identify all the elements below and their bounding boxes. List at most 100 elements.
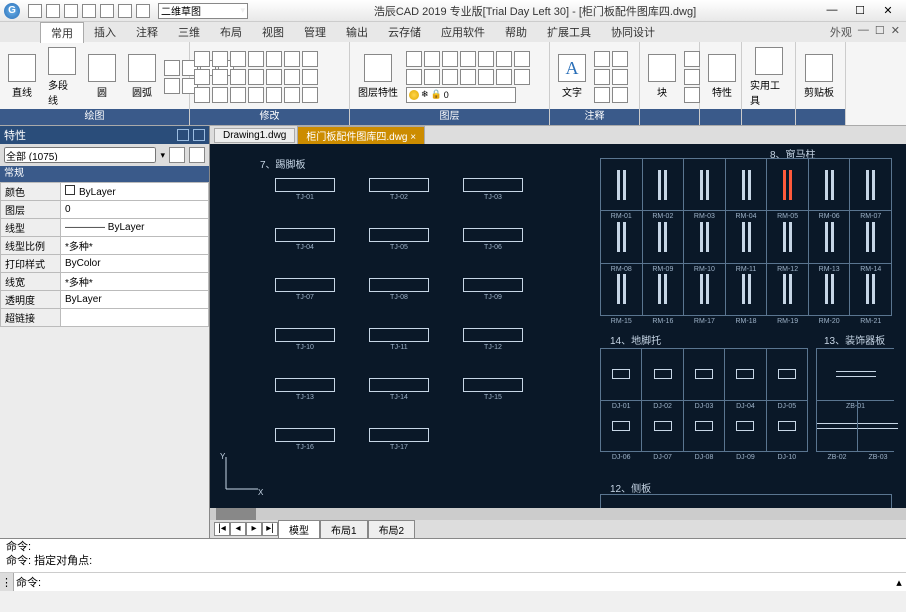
drawing-canvas[interactable]: 7、踢脚板 TJ-01TJ-02TJ-03TJ-04TJ-05TJ-06TJ-0… [210,144,906,508]
layer-s5[interactable] [478,51,494,67]
tab-annotate[interactable]: 注释 [126,22,168,42]
layer-s12[interactable] [478,69,494,85]
properties-button[interactable]: 特性 [704,52,740,101]
modify-8[interactable] [194,69,210,85]
qat-undo-icon[interactable] [118,4,132,18]
modify-18[interactable] [248,87,264,103]
doc-tab-1[interactable]: Drawing1.dwg [214,128,295,143]
layer-s10[interactable] [442,69,458,85]
modify-9[interactable] [212,69,228,85]
selection-dropdown-icon[interactable]: ▾ [160,150,165,161]
block-button[interactable]: 块 [644,52,680,101]
palette-close-icon[interactable] [193,129,205,141]
layer-combo[interactable]: ❄ 🔒 0 [406,87,516,103]
qat-redo-icon[interactable] [136,4,150,18]
modify-3[interactable] [230,51,246,67]
command-input[interactable] [43,574,892,590]
modify-17[interactable] [230,87,246,103]
modify-6[interactable] [284,51,300,67]
qat-print-icon[interactable] [100,4,114,18]
modify-10[interactable] [230,69,246,85]
layout-nav-prev[interactable]: ◂ [230,522,246,536]
modify-21[interactable] [302,87,318,103]
layer-s4[interactable] [460,51,476,67]
palette-titlebar[interactable]: 特性 [0,126,209,144]
layout-tab-model[interactable]: 模型 [278,520,320,539]
close-button[interactable]: ✕ [878,4,898,17]
arc-button[interactable]: 圆弧 [124,52,160,101]
doc-tab-close-icon[interactable]: × [410,132,416,143]
tab-3d[interactable]: 三维 [168,22,210,42]
tab-common[interactable]: 常用 [40,22,84,43]
tab-layout[interactable]: 布局 [210,22,252,42]
anno-s5[interactable] [594,87,610,103]
anno-s1[interactable] [594,51,610,67]
text-button[interactable]: A文字 [554,52,590,101]
tab-help[interactable]: 帮助 [495,22,537,42]
inner-close-button[interactable]: ✕ [891,24,900,40]
anno-s3[interactable] [594,69,610,85]
layer-s13[interactable] [496,69,512,85]
modify-2[interactable] [212,51,228,67]
qat-save-icon[interactable] [64,4,78,18]
modify-14[interactable] [302,69,318,85]
layout-nav-first[interactable]: |◂ [214,522,230,536]
layer-properties-button[interactable]: 图层特性 [354,52,402,101]
tab-cloud[interactable]: 云存储 [378,22,431,42]
layer-s3[interactable] [442,51,458,67]
line-button[interactable]: 直线 [4,52,40,101]
block-s2[interactable] [684,69,700,85]
modify-19[interactable] [266,87,282,103]
tab-view[interactable]: 视图 [252,22,294,42]
modify-4[interactable] [248,51,264,67]
maximize-button[interactable]: ☐ [850,4,870,17]
pickset-button[interactable] [189,147,205,163]
circle-button[interactable]: 圆 [84,52,120,101]
qat-new-icon[interactable] [28,4,42,18]
layout-nav-next[interactable]: ▸ [246,522,262,536]
modify-13[interactable] [284,69,300,85]
qat-saveas-icon[interactable] [82,4,96,18]
draw-small-1[interactable] [164,60,180,76]
tab-output[interactable]: 输出 [336,22,378,42]
horizontal-scrollbar[interactable] [210,508,906,520]
quick-select-button[interactable] [169,147,185,163]
doc-tab-2[interactable]: 柜门板配件图库四.dwg × [297,126,425,145]
command-scroll-up-icon[interactable]: ▴ [892,576,906,589]
layer-s6[interactable] [496,51,512,67]
layout-tab-1[interactable]: 布局1 [320,520,368,539]
tab-collaborate[interactable]: 协同设计 [601,22,665,42]
tab-insert[interactable]: 插入 [84,22,126,42]
tab-extensions[interactable]: 扩展工具 [537,22,601,42]
anno-s2[interactable] [612,51,628,67]
selection-combo[interactable] [4,147,156,163]
qat-open-icon[interactable] [46,4,60,18]
layer-s11[interactable] [460,69,476,85]
modify-12[interactable] [266,69,282,85]
modify-20[interactable] [284,87,300,103]
layer-s14[interactable] [514,69,530,85]
scrollbar-thumb[interactable] [216,508,256,520]
minimize-button[interactable]: — [822,4,842,17]
layout-nav-last[interactable]: ▸| [262,522,278,536]
layer-s1[interactable] [406,51,422,67]
modify-1[interactable] [194,51,210,67]
draw-small-5[interactable] [164,78,180,94]
utilities-button[interactable]: 实用工具 [746,45,791,109]
block-s1[interactable] [684,51,700,67]
workspace-dropdown[interactable]: 二维草图 ▾ [158,3,248,19]
modify-7[interactable] [302,51,318,67]
polyline-button[interactable]: 多段线 [44,45,80,109]
palette-pin-icon[interactable] [177,129,189,141]
layer-s8[interactable] [406,69,422,85]
layer-s9[interactable] [424,69,440,85]
command-grip-icon[interactable]: ⋮ [0,573,14,591]
appearance-label[interactable]: 外观 [830,24,852,40]
layer-s2[interactable] [424,51,440,67]
anno-s6[interactable] [612,87,628,103]
modify-16[interactable] [212,87,228,103]
inner-minimize-button[interactable]: — [858,24,869,40]
clipboard-button[interactable]: 剪贴板 [800,52,838,101]
modify-15[interactable] [194,87,210,103]
tab-manage[interactable]: 管理 [294,22,336,42]
